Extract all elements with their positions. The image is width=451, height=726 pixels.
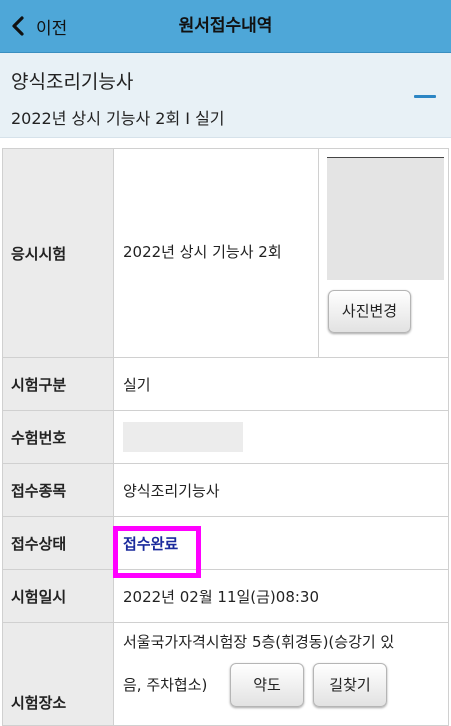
summary-exam-name: 양식조리기능사 — [11, 71, 134, 93]
masked-number — [123, 422, 243, 452]
type-label: 시험구분 — [2, 357, 114, 411]
application-summary[interactable]: 양식조리기능사 2022년 상시 기능사 2회 I 실기 — [0, 53, 451, 138]
directions-button[interactable]: 길찾기 — [313, 663, 387, 707]
table-row: 접수상태 접수완료 — [2, 516, 449, 578]
chevron-left-icon — [12, 16, 24, 36]
collapse-minus-icon[interactable] — [414, 95, 436, 98]
table-row: 응시시험 2022년 상시 기능사 2회 사진변경 — [2, 148, 449, 358]
back-button[interactable]: 이전 — [8, 8, 88, 44]
table-row: 시험일시 2022년 02월 11일(금)08:30 — [2, 569, 449, 623]
map-button[interactable]: 약도 — [230, 663, 304, 707]
date-label: 시험일시 — [2, 569, 114, 623]
applicant-photo — [327, 157, 444, 280]
number-label: 수험번호 — [2, 410, 114, 464]
category-value: 양식조리기능사 — [113, 463, 449, 517]
date-value: 2022년 02월 11일(금)08:30 — [113, 569, 449, 623]
change-photo-button[interactable]: 사진변경 — [328, 290, 411, 333]
table-row: 시험구분 실기 — [2, 357, 449, 411]
application-detail-table: 응시시험 2022년 상시 기능사 2회 사진변경 시험구분 실기 수험번호 접… — [2, 148, 449, 726]
table-row: 접수종목 양식조리기능사 — [2, 463, 449, 517]
type-value: 실기 — [113, 357, 449, 411]
status-value: 접수완료 — [123, 534, 179, 553]
status-label: 접수상태 — [2, 516, 114, 570]
place-address-line2: 음, 주차협소) — [123, 676, 208, 694]
exam-label: 응시시험 — [2, 148, 114, 358]
photo-cell: 사진변경 — [318, 148, 449, 358]
place-cell: 서울국가자격시험장 5층(휘경동)(승강기 있 음, 주차협소) 약도 길찾기 — [113, 622, 449, 726]
status-value-wrap: 접수완료 — [113, 525, 201, 578]
exam-value: 2022년 상시 기능사 2회 — [113, 148, 319, 358]
place-label: 시험장소 — [2, 622, 114, 726]
number-value-masked — [113, 410, 449, 464]
status-cell: 접수완료 — [113, 516, 449, 578]
category-label: 접수종목 — [2, 463, 114, 517]
place-address-line1: 서울국가자격시험장 5층(휘경동)(승강기 있 — [123, 633, 395, 651]
top-header: 이전 원서접수내역 — [0, 0, 451, 53]
summary-exam-detail: 2022년 상시 기능사 2회 I 실기 — [11, 109, 225, 128]
table-row: 시험장소 서울국가자격시험장 5층(휘경동)(승강기 있 음, 주차협소) 약도… — [2, 622, 449, 726]
back-label: 이전 — [36, 18, 68, 39]
table-row: 수험번호 — [2, 410, 449, 464]
